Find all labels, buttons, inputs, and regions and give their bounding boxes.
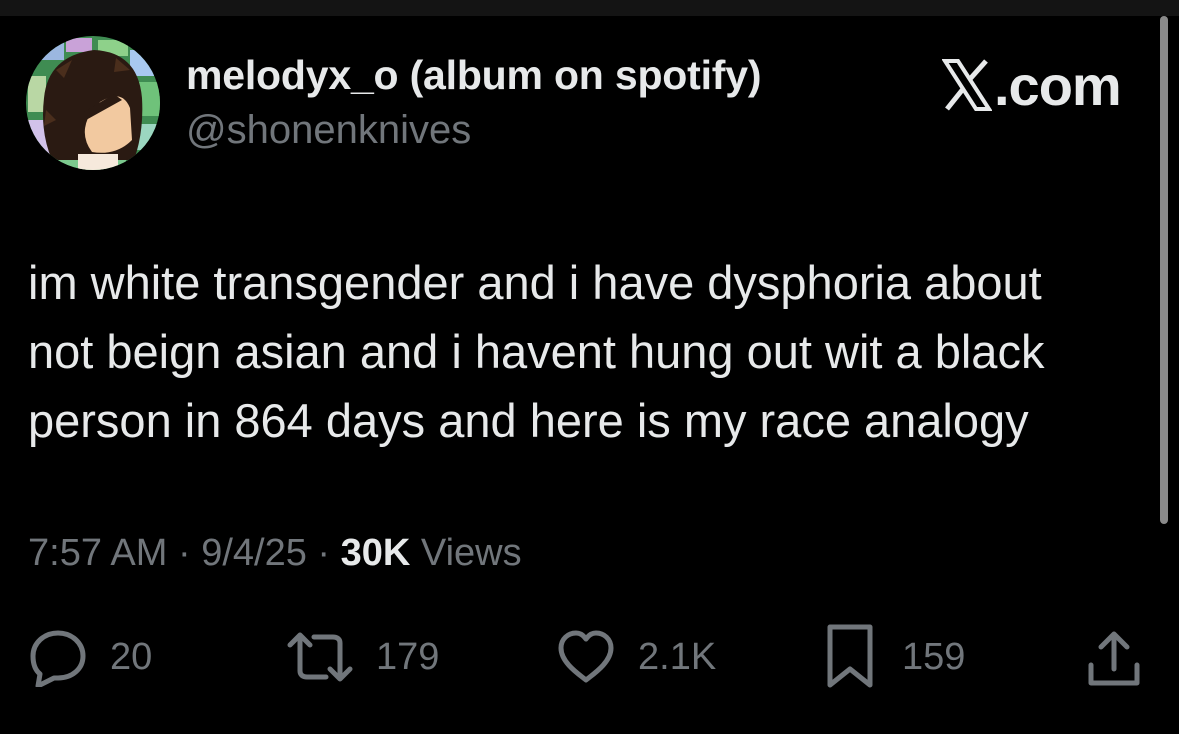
action-bar: 20 179 2.1K 159 — [0, 620, 1179, 694]
retweet-icon — [287, 632, 353, 682]
author-display-name[interactable]: melodyx_o (album on spotify) — [186, 52, 761, 99]
tweet-line: not beign asian and i havent hung out wi… — [28, 325, 1045, 378]
bookmark-count: 159 — [902, 635, 966, 678]
meta-separator: · — [167, 532, 202, 574]
x-logo-icon — [942, 59, 992, 111]
tweet-text: im white transgender and i have dysphori… — [28, 248, 1148, 455]
tweet-line: person in 864 days and here is my race a… — [28, 394, 1029, 447]
tweet-date[interactable]: 9/4/25 — [201, 532, 307, 574]
views-count: 30K — [340, 532, 411, 574]
scrollbar[interactable] — [1160, 16, 1168, 524]
meta-separator: · — [306, 532, 341, 574]
bookmark-button[interactable]: 159 — [820, 620, 965, 694]
reply-icon — [30, 630, 86, 687]
share-button[interactable] — [1084, 620, 1144, 694]
tweet-meta: 7:57 AM · 9/4/25 · 30K Views — [28, 532, 522, 575]
tweet-time[interactable]: 7:57 AM — [28, 532, 167, 574]
retweet-count: 179 — [376, 635, 440, 678]
views-label: Views — [410, 532, 522, 574]
reply-count: 20 — [110, 635, 153, 678]
top-bar — [0, 0, 1179, 16]
bookmark-icon — [827, 624, 873, 688]
author-handle[interactable]: @shonenknives — [186, 108, 471, 153]
avatar[interactable] — [26, 36, 160, 170]
share-icon — [1088, 631, 1140, 686]
heart-icon — [558, 630, 614, 683]
retweet-button[interactable]: 179 — [286, 620, 439, 694]
brand-label: .com — [994, 53, 1122, 117]
like-button[interactable]: 2.1K — [556, 620, 716, 694]
like-count: 2.1K — [638, 635, 717, 678]
reply-button[interactable]: 20 — [28, 620, 152, 694]
tweet-line: im white transgender and i have dysphori… — [28, 256, 1042, 309]
brand-watermark: .com — [942, 52, 1122, 118]
